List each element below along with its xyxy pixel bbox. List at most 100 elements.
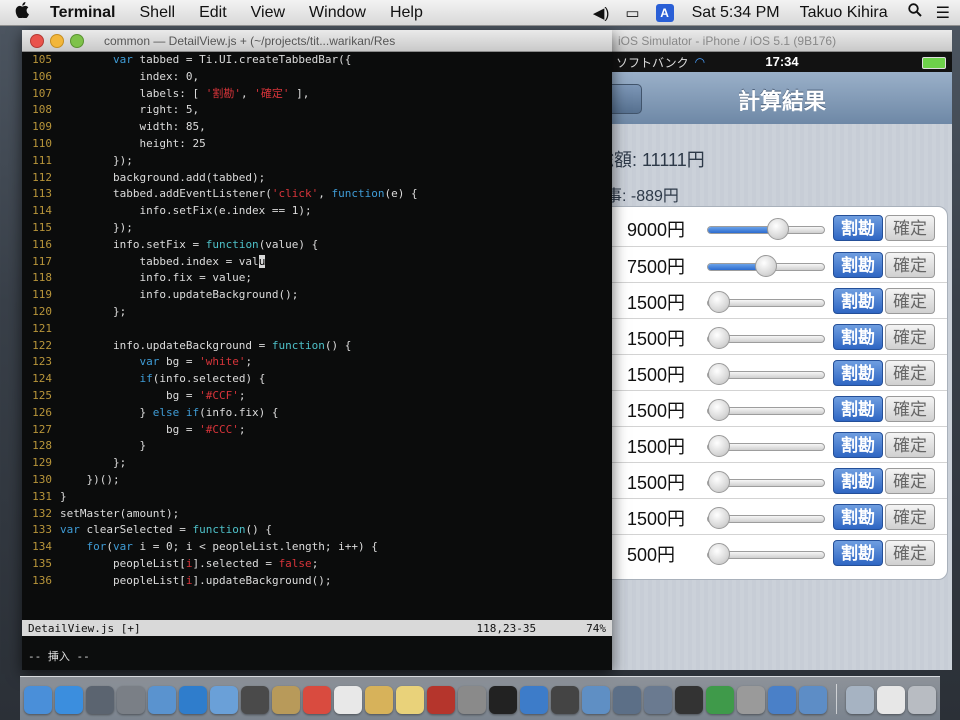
- code-line[interactable]: 126 } else if(info.fix) {: [22, 405, 612, 422]
- terminal-icon[interactable]: [489, 686, 517, 714]
- slider-knob[interactable]: [755, 255, 777, 277]
- split-tab-button[interactable]: 割勘: [833, 504, 883, 530]
- x11-icon[interactable]: [675, 686, 703, 714]
- split-tab-button[interactable]: 割勘: [833, 396, 883, 422]
- document-icon[interactable]: [365, 686, 393, 714]
- slider-knob[interactable]: [708, 363, 730, 385]
- trash-icon[interactable]: [908, 686, 936, 714]
- code-line[interactable]: 106 index: 0,: [22, 69, 612, 86]
- close-button[interactable]: [30, 33, 44, 48]
- ratio-slider[interactable]: [707, 471, 825, 493]
- menu-shell[interactable]: Shell: [128, 4, 188, 22]
- fix-tab-button[interactable]: 確定: [885, 540, 935, 566]
- code-line[interactable]: 122 info.updateBackground = function() {: [22, 338, 612, 355]
- document-stack-icon[interactable]: [877, 686, 905, 714]
- person-row[interactable]: 7500円 割勘 確定: [603, 246, 947, 282]
- notes-icon[interactable]: [396, 686, 424, 714]
- person-row[interactable]: 1500円 割勘 確定: [603, 426, 947, 462]
- ratio-slider[interactable]: [707, 543, 825, 565]
- code-line[interactable]: 111 });: [22, 153, 612, 170]
- code-line[interactable]: 133 var clearSelected = function() {: [22, 522, 612, 539]
- fix-tab-button[interactable]: 確定: [885, 468, 935, 494]
- person-row[interactable]: 1500円 割勘 確定: [603, 318, 947, 354]
- instruments-icon[interactable]: [644, 686, 672, 714]
- split-tab-button[interactable]: 割勘: [833, 288, 883, 314]
- person-row[interactable]: 1500円 割勘 確定: [603, 462, 947, 498]
- split-tab-button[interactable]: 割勘: [833, 432, 883, 458]
- volume-icon[interactable]: ◀): [585, 4, 618, 22]
- ratio-slider[interactable]: [707, 363, 825, 385]
- code-line[interactable]: 125 bg = '#CCF';: [22, 388, 612, 405]
- fix-tab-button[interactable]: 確定: [885, 324, 935, 350]
- split-tab-button[interactable]: 割勘: [833, 468, 883, 494]
- menu-window[interactable]: Window: [297, 4, 378, 22]
- person-row[interactable]: 1500円 割勘 確定: [603, 498, 947, 534]
- slider-knob[interactable]: [708, 399, 730, 421]
- fix-tab-button[interactable]: 確定: [885, 432, 935, 458]
- code-line[interactable]: 116 info.setFix = function(value) {: [22, 237, 612, 254]
- code-line[interactable]: 108 right: 5,: [22, 102, 612, 119]
- xcode-icon[interactable]: [520, 686, 548, 714]
- network-browser-icon[interactable]: [768, 686, 796, 714]
- utility-icon[interactable]: [737, 686, 765, 714]
- textedit-icon[interactable]: [334, 686, 362, 714]
- system-preferences-icon[interactable]: [117, 686, 145, 714]
- apple-menu-icon[interactable]: [0, 2, 44, 23]
- ratio-slider[interactable]: [707, 435, 825, 457]
- split-tab-button[interactable]: 割勘: [833, 360, 883, 386]
- ratio-slider[interactable]: [707, 218, 825, 240]
- code-line[interactable]: 127 bg = '#CCC';: [22, 422, 612, 439]
- code-line[interactable]: 109 width: 85,: [22, 119, 612, 136]
- camera-icon[interactable]: [241, 686, 269, 714]
- calendar-icon[interactable]: [303, 686, 331, 714]
- iphoto-icon[interactable]: [799, 686, 827, 714]
- fix-tab-button[interactable]: 確定: [885, 360, 935, 386]
- slider-knob[interactable]: [708, 471, 730, 493]
- code-line[interactable]: 128 }: [22, 438, 612, 455]
- person-row[interactable]: 1500円 割勘 確定: [603, 354, 947, 390]
- split-tab-button[interactable]: 割勘: [833, 215, 883, 241]
- simulator-title[interactable]: iOS Simulator - iPhone / iOS 5.1 (9B176): [612, 30, 952, 52]
- fix-tab-button[interactable]: 確定: [885, 288, 935, 314]
- slider-knob[interactable]: [708, 507, 730, 529]
- calculator-icon[interactable]: [613, 686, 641, 714]
- fix-tab-button[interactable]: 確定: [885, 504, 935, 530]
- code-line[interactable]: 120 };: [22, 304, 612, 321]
- fix-tab-button[interactable]: 確定: [885, 252, 935, 278]
- person-row[interactable]: 9000円 割勘 確定: [603, 210, 947, 246]
- code-line[interactable]: 121: [22, 321, 612, 338]
- fix-tab-button[interactable]: 確定: [885, 215, 935, 241]
- unity-icon[interactable]: [551, 686, 579, 714]
- code-line[interactable]: 134 for(var i = 0; i < peopleList.length…: [22, 539, 612, 556]
- spotlight-search-icon[interactable]: [898, 3, 932, 22]
- preview-icon[interactable]: [458, 686, 486, 714]
- ratio-slider[interactable]: [707, 255, 825, 277]
- menu-view[interactable]: View: [239, 4, 297, 22]
- notification-list-icon[interactable]: ☰: [932, 3, 960, 23]
- code-editor[interactable]: 105 var tabbed = Ti.UI.createTabbedBar({…: [22, 52, 612, 620]
- menu-edit[interactable]: Edit: [187, 4, 239, 22]
- code-line[interactable]: 124 if(info.selected) {: [22, 371, 612, 388]
- code-line[interactable]: 114 info.setFix(e.index == 1);: [22, 203, 612, 220]
- code-line[interactable]: 112 background.add(tabbed);: [22, 170, 612, 187]
- split-tab-button[interactable]: 割勘: [833, 540, 883, 566]
- slider-knob[interactable]: [708, 291, 730, 313]
- code-line[interactable]: 119 info.updateBackground();: [22, 287, 612, 304]
- mail-icon[interactable]: [148, 686, 176, 714]
- slider-knob[interactable]: [708, 327, 730, 349]
- ratio-slider[interactable]: [707, 327, 825, 349]
- xcode-tools-icon[interactable]: [582, 686, 610, 714]
- code-line[interactable]: 110 height: 25: [22, 136, 612, 153]
- book-icon[interactable]: [427, 686, 455, 714]
- slider-knob[interactable]: [708, 435, 730, 457]
- code-line[interactable]: 115 });: [22, 220, 612, 237]
- person-row[interactable]: 1500円 割勘 確定: [603, 390, 947, 426]
- slider-knob[interactable]: [766, 218, 789, 240]
- code-line[interactable]: 135 peopleList[i].selected = false;: [22, 556, 612, 573]
- clock[interactable]: Sat 5:34 PM: [682, 4, 790, 22]
- downloads-icon[interactable]: [846, 686, 874, 714]
- person-row[interactable]: 500円 割勘 確定: [603, 534, 947, 570]
- code-line[interactable]: 123 var bg = 'white';: [22, 354, 612, 371]
- finder-icon[interactable]: [24, 686, 52, 714]
- slider-knob[interactable]: [708, 543, 730, 565]
